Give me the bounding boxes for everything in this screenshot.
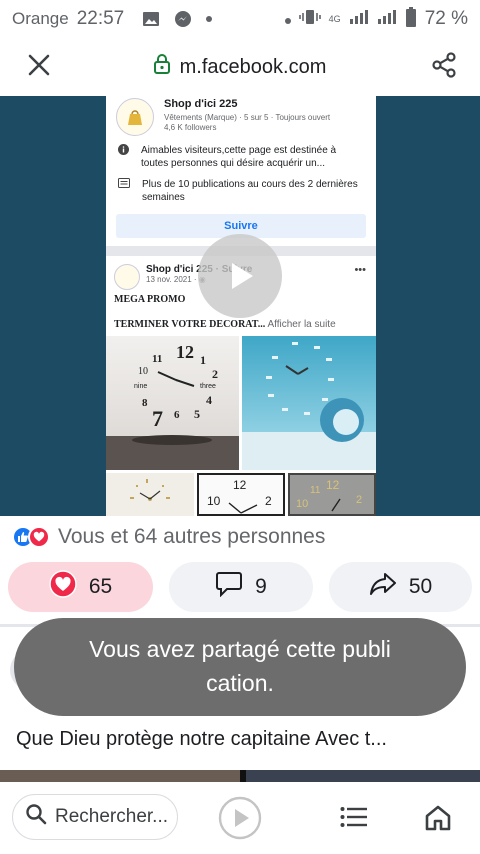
play-icon[interactable]	[218, 796, 262, 840]
home-icon[interactable]	[424, 804, 452, 832]
page-info-row: Aimables visiteurs,cette page est destin…	[106, 144, 376, 170]
menu-list-icon[interactable]	[340, 806, 368, 828]
post-caption[interactable]: Que Dieu protège notre capitaine Avec t.…	[16, 728, 466, 751]
post-photo	[106, 473, 194, 516]
network-type: 4G	[328, 14, 341, 24]
svg-text:10: 10	[207, 494, 221, 508]
page-description: Aimables visiteurs,cette page est destin…	[141, 145, 337, 169]
address-bar[interactable]: m.facebook.com	[153, 54, 327, 80]
share-button[interactable]: 50	[329, 562, 472, 612]
browser-toolbar: m.facebook.com	[0, 38, 480, 96]
search-icon	[25, 803, 47, 831]
battery-icon	[405, 6, 417, 32]
love-reaction-button[interactable]: 65	[8, 562, 153, 612]
vibrate-icon	[298, 9, 321, 30]
svg-text:7: 7	[152, 406, 163, 431]
svg-text:12: 12	[326, 478, 340, 492]
see-more-link: Afficher la suite	[265, 319, 336, 330]
svg-text:12: 12	[176, 342, 194, 362]
reactions-summary[interactable]: Vous et 64 autres personnes	[0, 516, 480, 558]
post-photo: 12 11 1 10 2 nine three 8 4 7 6 5	[106, 336, 239, 470]
page-header: Shop d'ici 225 Vêtements (Marque) · 5 su…	[106, 96, 376, 136]
shares-count: 50	[408, 575, 433, 598]
svg-text:5: 5	[194, 407, 200, 421]
search-label: Rechercher...	[55, 806, 168, 827]
more-options-icon: •••	[354, 264, 366, 276]
comment-icon	[215, 571, 243, 603]
lock-icon	[153, 54, 170, 80]
svg-text:11: 11	[152, 353, 162, 365]
clock: 22:57	[76, 8, 125, 29]
play-button[interactable]	[198, 234, 282, 318]
signal-icon	[349, 9, 369, 29]
url-text: m.facebook.com	[179, 55, 327, 78]
close-icon[interactable]	[28, 54, 50, 81]
comment-button[interactable]: 9	[169, 562, 313, 612]
toast-message: Vous avez partagé cette publi cation.	[89, 636, 391, 696]
share-arrow-icon	[369, 571, 397, 603]
svg-text:10: 10	[138, 366, 148, 377]
svg-text:2: 2	[212, 367, 218, 381]
battery-level: 72 %	[424, 8, 468, 29]
notification-dot-icon	[284, 9, 291, 29]
page-avatar	[116, 98, 154, 136]
svg-text:1: 1	[200, 353, 206, 367]
reactions-text: Vous et 64 autres personnes	[58, 525, 326, 548]
comments-count: 9	[255, 575, 267, 598]
page-activity: Plus de 10 publications au cours des 2 d…	[142, 179, 358, 203]
messenger-icon	[174, 10, 192, 28]
posts-icon	[118, 178, 130, 204]
gallery-icon	[142, 11, 160, 27]
signal-icon	[377, 9, 397, 29]
play-icon	[232, 263, 253, 289]
svg-text:11: 11	[310, 485, 321, 496]
svg-text:4: 4	[206, 393, 212, 407]
love-icon	[49, 570, 77, 604]
reaction-icons	[12, 526, 50, 548]
page-info-row: Plus de 10 publications au cours des 2 d…	[106, 178, 376, 204]
share-icon[interactable]	[430, 51, 458, 84]
post-photo: 12 10 2	[197, 473, 285, 516]
svg-text:three: three	[200, 383, 216, 390]
post-photo: 12 11 10 2	[288, 473, 376, 516]
page-followers: 4,6 K followers	[164, 123, 217, 132]
carrier-name: Orange	[12, 9, 69, 28]
svg-text:8: 8	[142, 397, 148, 409]
status-bar: Orange 22:57 4G 72 %	[0, 0, 480, 38]
next-post-media	[0, 770, 480, 782]
svg-text:10: 10	[296, 498, 308, 510]
svg-text:12: 12	[233, 478, 247, 492]
post-avatar	[114, 264, 140, 290]
notification-dot-icon	[206, 16, 213, 22]
svg-text:2: 2	[265, 494, 272, 508]
info-icon	[118, 144, 129, 170]
video-player[interactable]: Shop d'ici 225 Vêtements (Marque) · 5 su…	[0, 96, 480, 516]
action-bar: 65 9 50	[0, 562, 480, 612]
search-button[interactable]: Rechercher...	[12, 794, 178, 840]
post-photos: 12 11 1 10 2 nine three 8 4 7 6 5 12 10 …	[106, 336, 376, 516]
svg-text:6: 6	[174, 409, 180, 421]
page-name: Shop d'ici 225	[164, 98, 238, 110]
post-photo	[242, 336, 376, 470]
reactions-count: 65	[88, 575, 113, 598]
share-confirmation-toast: Vous avez partagé cette publi cation.	[14, 618, 466, 716]
bottom-navigation: Rechercher...	[0, 782, 480, 854]
page-category: Vêtements (Marque) · 5 sur 5 · Toujours …	[164, 113, 331, 122]
love-icon	[28, 526, 50, 548]
svg-text:2: 2	[356, 494, 362, 506]
svg-text:nine: nine	[134, 383, 147, 390]
